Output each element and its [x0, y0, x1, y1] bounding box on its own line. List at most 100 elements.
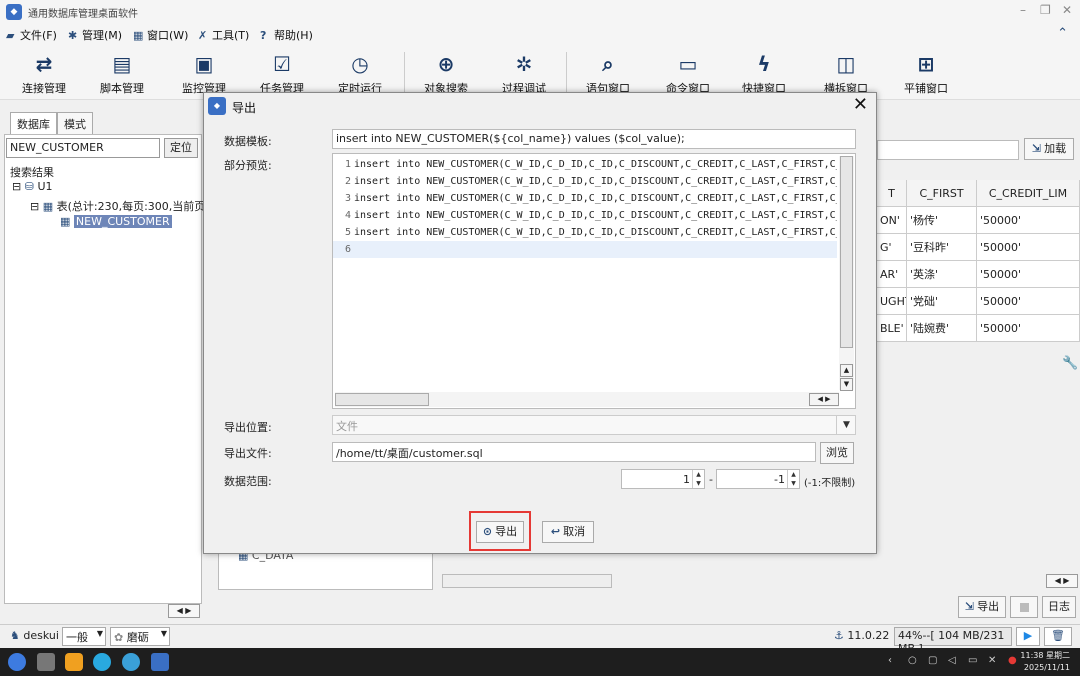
load-button[interactable]: ⇲ 加载 [1024, 138, 1074, 160]
toolbar-command-window[interactable]: ▭ 命令窗口 [648, 50, 728, 96]
grid-cell[interactable]: '50000' [977, 261, 1080, 288]
tree-node-root[interactable]: ⊟ ⛁ U1 [12, 180, 53, 193]
tab-database[interactable]: 数据库 [10, 112, 57, 134]
close-icon[interactable]: ✕ [1062, 3, 1072, 17]
keyboard-icon[interactable]: ▭ [968, 655, 977, 666]
toolbar-process-debug[interactable]: ✲ 过程调试 [484, 50, 564, 96]
play-icon[interactable]: ▶ [1016, 627, 1040, 646]
scroll-up-icon[interactable]: ▲ [840, 364, 853, 377]
grid-cell[interactable]: '陆婉费' [907, 315, 977, 342]
grid-cell[interactable]: '50000' [977, 288, 1080, 315]
search-input[interactable]: NEW_CUSTOMER [6, 138, 160, 158]
tree-node-new-customer[interactable]: ▦ NEW_CUSTOMER [60, 215, 172, 228]
log-button[interactable]: 日志 [1042, 596, 1076, 618]
grid-cell[interactable]: '豆科昨' [907, 234, 977, 261]
trash-icon[interactable]: 🗑 [1044, 627, 1072, 646]
grid-header[interactable]: C_CREDIT_LIM [977, 180, 1080, 207]
toolbar-monitor-manage[interactable]: ▣ 监控管理 [164, 50, 244, 96]
menu-window[interactable]: ▦ 窗口(W) [133, 27, 188, 43]
grid-cell[interactable]: G' [877, 234, 907, 261]
grid-cell[interactable]: '英涤' [907, 261, 977, 288]
dialog-title: 导出 [232, 101, 257, 115]
spinner-arrows-icon[interactable]: ▲ ▼ [787, 470, 799, 488]
filter-input[interactable] [877, 140, 1019, 160]
calendar-icon: ☑ [273, 52, 291, 76]
cancel-button[interactable]: ↩ 取消 [542, 521, 594, 543]
network-icon[interactable]: ✕ [988, 655, 996, 666]
toolbar-script-manage[interactable]: ▤ 脚本管理 [82, 50, 162, 96]
clock[interactable]: 11:38 星期二 2025/11/11 [1020, 650, 1070, 674]
toolbar-tile-window[interactable]: ⊞ 平铺窗口 [886, 50, 966, 96]
template-input[interactable]: insert into NEW_CUSTOMER(${col_name}) va… [332, 129, 856, 149]
preview-horizontal-scrollbar[interactable]: ◀ ▶ [335, 392, 839, 407]
browser-icon[interactable] [93, 653, 111, 671]
range-start-spinner[interactable]: 1 ▲ ▼ [621, 469, 705, 489]
grid-cell[interactable]: '50000' [977, 207, 1080, 234]
locate-button[interactable]: 定位 [164, 138, 198, 158]
database-app-icon[interactable] [151, 653, 169, 671]
stop-button[interactable] [1010, 596, 1038, 618]
lower-horizontal-scrollbar[interactable] [442, 574, 612, 588]
chevron-left-icon[interactable]: ‹ [888, 655, 892, 666]
minimize-icon[interactable]: – [1020, 3, 1026, 17]
tab-schema[interactable]: 模式 [57, 112, 93, 134]
export-result-button[interactable]: ⇲ 导出 [958, 596, 1006, 618]
wrench-icon[interactable]: 🔧 [1062, 356, 1078, 371]
scroll-thumb[interactable] [335, 393, 429, 406]
notification-icon[interactable]: ● [1008, 655, 1017, 666]
restore-icon[interactable]: ❐ [1040, 3, 1051, 17]
scroll-arrows[interactable]: ◀ ▶ [809, 393, 839, 406]
toolbar-connection-manage[interactable]: ⇄ 连接管理 [4, 50, 84, 96]
range-end-spinner[interactable]: -1 ▲ ▼ [716, 469, 800, 489]
style-select[interactable]: ✿ 磨砺 ▼ [110, 627, 170, 646]
database-icon: ⛁ [24, 180, 38, 193]
scroll-thumb[interactable] [840, 156, 853, 348]
window-icon: ▦ [133, 29, 144, 42]
left-scroll-arrows[interactable]: ◀ ▶ [168, 604, 200, 618]
file-path-input[interactable]: /home/tt/桌面/customer.sql [332, 442, 816, 462]
app-logo-icon: ◆ [208, 97, 226, 115]
tree-node-tables[interactable]: ⊟ ▦ 表(总计:230,每页:300,当前页:1 [30, 198, 216, 214]
mode-select[interactable]: 一般 ▼ [62, 627, 106, 646]
clock-icon: ◷ [351, 52, 369, 76]
task-view-icon[interactable] [37, 653, 55, 671]
collapse-toolbar-icon[interactable]: ⌃ [1057, 26, 1068, 41]
preview-line-current: 6 [333, 241, 837, 258]
close-icon[interactable]: ✕ [853, 94, 868, 115]
chevron-down-icon[interactable]: ▼ [836, 415, 856, 435]
grid-header[interactable]: C_FIRST [907, 180, 977, 207]
right-scroll-arrows[interactable]: ◀ ▶ [1046, 574, 1078, 588]
toolbar-quick-window[interactable]: ϟ 快捷窗口 [724, 50, 804, 96]
location-select[interactable]: 文件 [332, 415, 856, 435]
grid-cell[interactable]: '50000' [977, 315, 1080, 342]
search-icon[interactable]: ○ [908, 655, 917, 666]
start-menu-icon[interactable] [8, 653, 26, 671]
toolbar-horizontal-window[interactable]: ◫ 横拆窗口 [806, 50, 886, 96]
toolbar-task-manage[interactable]: ☑ 任务管理 [242, 50, 322, 96]
grid-cell[interactable]: '杨传' [907, 207, 977, 234]
grid-cell[interactable]: '50000' [977, 234, 1080, 261]
toolbar-scheduled-run[interactable]: ◷ 定时运行 [320, 50, 400, 96]
toolbar-object-search[interactable]: ⊕ 对象搜索 [406, 50, 486, 96]
scroll-down-icon[interactable]: ▼ [840, 378, 853, 391]
volume-icon[interactable]: ◁ [948, 655, 956, 666]
spinner-arrows-icon[interactable]: ▲ ▼ [692, 470, 704, 488]
file-manager-icon[interactable] [65, 653, 83, 671]
toolbar-query-window[interactable]: ⌕ 语句窗口 [568, 50, 648, 96]
preview-editor[interactable]: 1 insert into NEW_CUSTOMER(C_W_ID,C_D_ID,… [332, 153, 856, 409]
clipboard-icon[interactable]: ▢ [928, 655, 937, 666]
grid-cell[interactable]: ON' [877, 207, 907, 234]
grid-cell[interactable]: BLE' [877, 315, 907, 342]
assistant-icon[interactable] [122, 653, 140, 671]
menu-tools[interactable]: ✗ 工具(T) [198, 27, 249, 43]
browse-button[interactable]: 浏览 [820, 442, 854, 464]
grid-cell[interactable]: UGHT' [877, 288, 907, 315]
menu-help[interactable]: ? 帮助(H) [260, 27, 313, 43]
preview-vertical-scrollbar[interactable]: ▲ ▼ [839, 156, 854, 391]
export-button[interactable]: ⊙ 导出 [476, 521, 524, 543]
menu-file[interactable]: ▰ 文件(F) [6, 27, 57, 43]
grid-cell[interactable]: '党础' [907, 288, 977, 315]
grid-cell[interactable]: AR' [877, 261, 907, 288]
grid-header[interactable]: T [877, 180, 907, 207]
menu-manage[interactable]: ✱ 管理(M) [68, 27, 122, 43]
